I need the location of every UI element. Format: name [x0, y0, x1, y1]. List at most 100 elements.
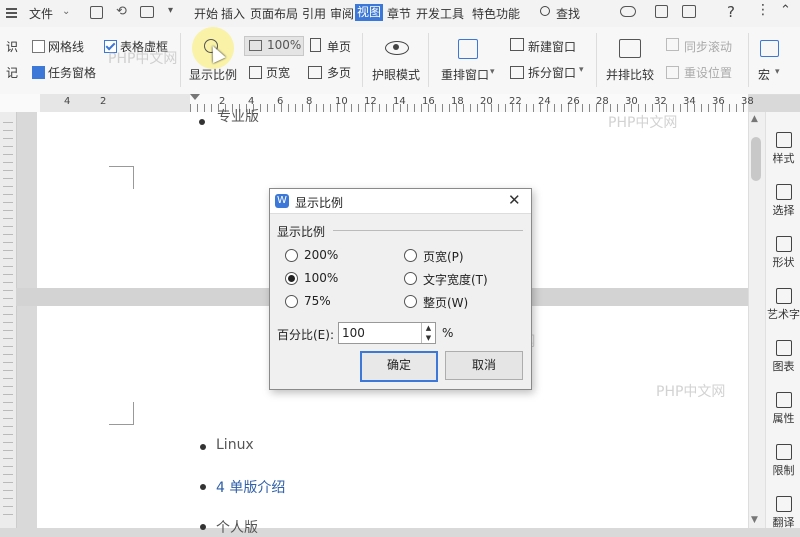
save-icon[interactable]: [90, 6, 103, 19]
radio-75[interactable]: [285, 295, 298, 308]
share-icon[interactable]: [655, 5, 668, 18]
rearrange-window-button[interactable]: 重排窗口: [441, 66, 489, 83]
indent-marker[interactable]: [190, 94, 200, 100]
panel-item-label: 翻译: [772, 516, 795, 529]
panel-item-properties[interactable]: 属性: [766, 392, 800, 426]
scroll-down-icon[interactable]: ▼: [751, 515, 758, 525]
radio-whole-page[interactable]: [404, 295, 417, 308]
single-page-button[interactable]: 单页: [327, 38, 351, 55]
eye-protect-button[interactable]: 护眼模式: [372, 66, 420, 83]
wordart-icon: [775, 288, 792, 304]
tab-features[interactable]: 特色功能: [472, 5, 520, 22]
tab-review[interactable]: 审阅: [330, 5, 354, 22]
page-width-button[interactable]: 页宽: [266, 64, 290, 81]
format-painter-icon[interactable]: ⟲: [116, 4, 127, 19]
radio-whole-page-label[interactable]: 整页(W): [423, 294, 468, 311]
gridlines-label[interactable]: 网格线: [48, 38, 84, 55]
percent-input[interactable]: 100 ▲ ▼: [338, 322, 436, 344]
print-icon[interactable]: [140, 6, 154, 18]
tab-references[interactable]: 引用: [302, 5, 326, 22]
vertical-ruler[interactable]: [0, 112, 17, 528]
table-gridlines-checkbox[interactable]: [104, 40, 117, 53]
single-page-icon[interactable]: [310, 38, 321, 52]
radio-page-width[interactable]: [404, 249, 417, 262]
tab-view[interactable]: 视图: [355, 4, 384, 21]
panel-item-restrict[interactable]: 限制: [766, 444, 800, 478]
chevron-down-icon[interactable]: ▾: [579, 65, 584, 75]
radio-page-width-label[interactable]: 页宽(P): [423, 248, 464, 265]
ruler-margin-left: [40, 94, 190, 112]
help-icon[interactable]: ?: [727, 3, 735, 21]
multi-page-icon[interactable]: [308, 66, 322, 79]
ok-button[interactable]: 确定: [360, 351, 438, 382]
chevron-down-icon[interactable]: ⌄: [62, 6, 70, 17]
panel-item-label: 选择: [772, 204, 795, 217]
tab-insert[interactable]: 插入: [221, 5, 245, 22]
panel-item-style[interactable]: 样式: [766, 132, 800, 166]
ribbon-toolbar: 识 记 网格线 表格虚框 任务窗格 显示比例 100% 单页 页宽 多页 护眼模…: [0, 27, 800, 95]
tab-chapter[interactable]: 章节: [387, 5, 411, 22]
task-pane-checkbox[interactable]: [32, 66, 45, 79]
task-pane-label[interactable]: 任务窗格: [48, 64, 96, 81]
zoom-button[interactable]: 显示比例: [189, 66, 237, 83]
macro-button[interactable]: 宏: [758, 66, 770, 83]
chart-icon: [775, 340, 792, 356]
dialog-title-bar[interactable]: W 显示比例 ✕: [270, 189, 531, 214]
radio-100[interactable]: [285, 272, 298, 285]
new-window-icon[interactable]: [510, 38, 524, 51]
ruler-number: 14: [393, 96, 406, 107]
table-gridlines-label[interactable]: 表格虚框: [120, 38, 168, 55]
panel-item-chart[interactable]: 图表: [766, 340, 800, 374]
panel-item-label: 属性: [772, 412, 795, 425]
search-icon[interactable]: [540, 6, 550, 16]
spin-down-icon[interactable]: ▼: [421, 333, 435, 343]
panel-item-translate[interactable]: 翻译: [766, 496, 800, 530]
scroll-up-icon[interactable]: ▲: [751, 114, 758, 124]
ruler-number: 32: [654, 96, 667, 107]
ruler-number: 6: [277, 96, 284, 107]
split-window-button[interactable]: 拆分窗口: [528, 64, 576, 81]
rearrange-window-icon[interactable]: [458, 39, 478, 59]
page-width-icon[interactable]: [249, 66, 262, 79]
chevron-down-icon[interactable]: ▾: [490, 67, 495, 77]
new-window-button[interactable]: 新建窗口: [528, 38, 576, 55]
page-crop-mark: [109, 402, 134, 425]
cloud-icon[interactable]: [620, 6, 636, 17]
tab-developer[interactable]: 开发工具: [416, 5, 464, 22]
macro-icon[interactable]: [760, 40, 779, 57]
file-menu[interactable]: 文件: [29, 5, 53, 22]
chevron-down-icon[interactable]: ▾: [775, 67, 780, 77]
horizontal-ruler[interactable]: 4 2 2 4 6 8 10 12 14 16 18 20 22 24 26 28 30 32 34 36 38: [0, 94, 754, 113]
more-icon[interactable]: ▾: [168, 5, 173, 16]
radio-text-width-label[interactable]: 文字宽度(T): [423, 271, 488, 288]
panel-item-shape[interactable]: 形状: [766, 236, 800, 270]
chevron-up-icon[interactable]: ⌃: [780, 3, 791, 18]
panel-item-select[interactable]: 选择: [766, 184, 800, 218]
radio-100-label[interactable]: 100%: [304, 271, 338, 285]
radio-200-label[interactable]: 200%: [304, 248, 338, 262]
more-options-icon[interactable]: ⋮: [756, 2, 770, 18]
search-label[interactable]: 查找: [556, 5, 580, 22]
side-by-side-icon[interactable]: [619, 39, 641, 58]
side-by-side-button[interactable]: 并排比较: [606, 66, 654, 83]
multi-page-button[interactable]: 多页: [327, 64, 351, 81]
panel-item-wordart[interactable]: 艺术字: [766, 288, 800, 322]
zoom-dialog: W 显示比例 ✕ 显示比例 200% 100% 75% 页宽(P) 文字宽度(T…: [269, 188, 532, 390]
tab-page-layout[interactable]: 页面布局: [250, 5, 298, 22]
shape-icon: [775, 236, 792, 252]
scrollbar-thumb[interactable]: [751, 137, 761, 181]
radio-text-width[interactable]: [404, 272, 417, 285]
gridlines-checkbox[interactable]: [32, 40, 45, 53]
tab-home[interactable]: 开始: [194, 5, 218, 22]
collapse-ribbon-icon[interactable]: [682, 5, 696, 18]
cancel-button[interactable]: 取消: [445, 351, 523, 380]
spin-up-icon[interactable]: ▲: [421, 323, 435, 333]
percent-unit: %: [442, 326, 454, 340]
ruler-number: 4: [64, 96, 71, 107]
radio-75-label[interactable]: 75%: [304, 294, 331, 308]
close-icon[interactable]: ✕: [508, 191, 521, 209]
hamburger-middle: [6, 12, 17, 14]
split-window-icon[interactable]: [510, 66, 524, 79]
menu-bar: 文件 ⌄ ⟲ ▾ 开始 插入 页面布局 引用 审阅 视图 章节 开发工具 特色功…: [0, 0, 800, 28]
radio-200[interactable]: [285, 249, 298, 262]
